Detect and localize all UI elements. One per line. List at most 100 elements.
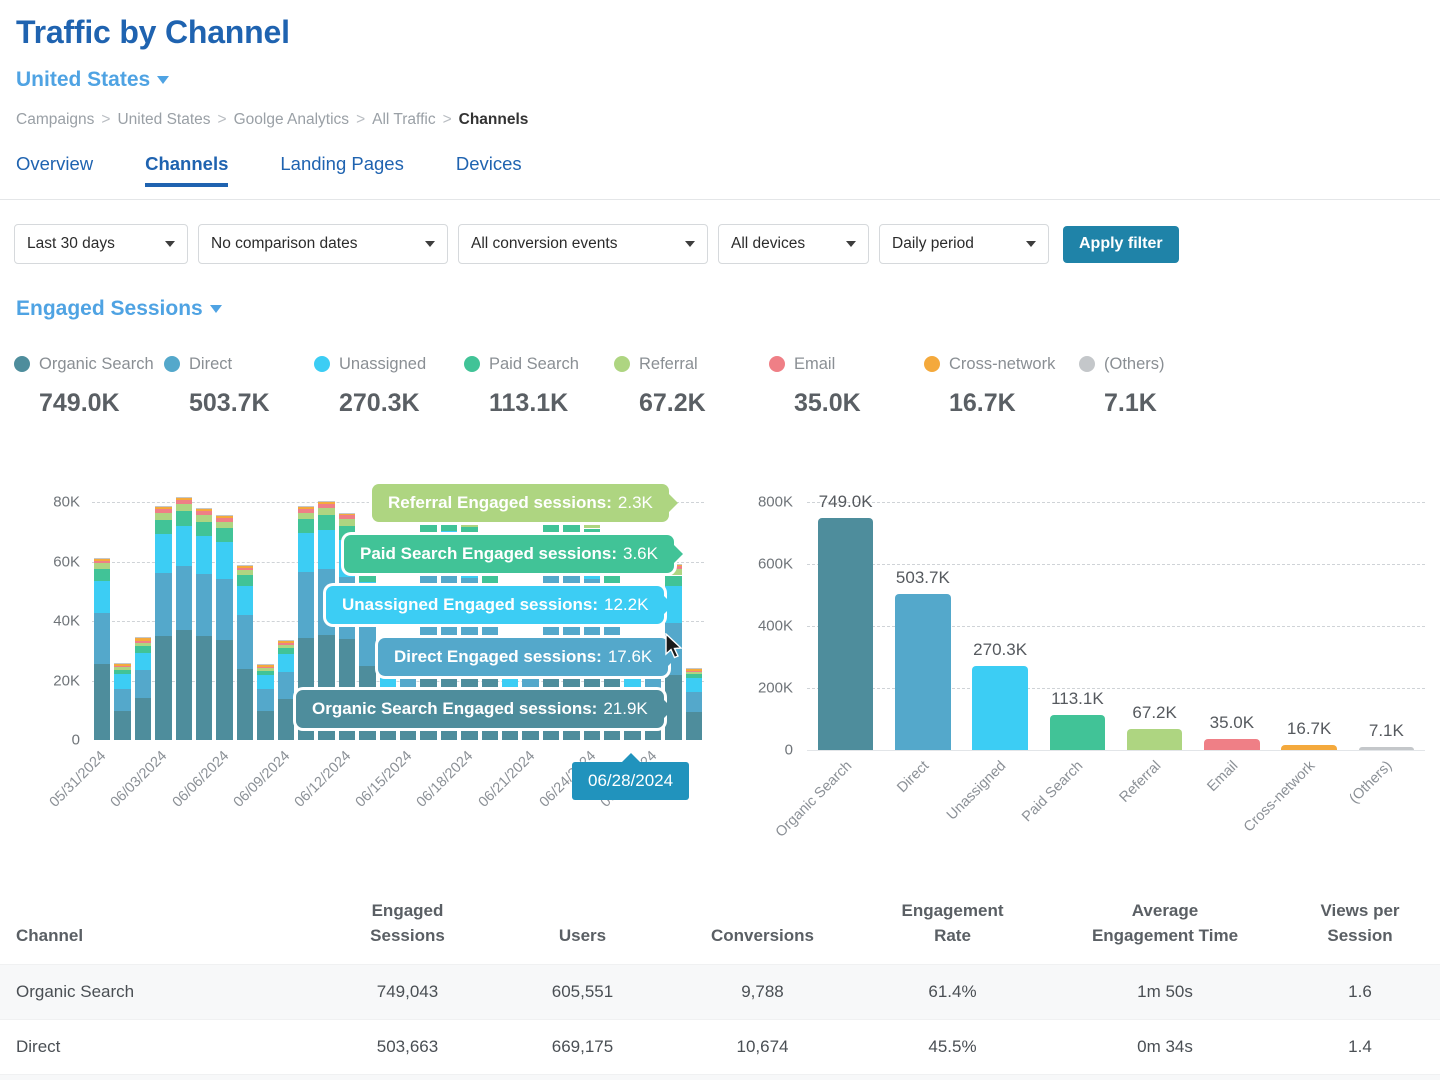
stacked-bar-segment[interactable] (216, 522, 232, 529)
stacked-bar-segment[interactable] (686, 671, 702, 672)
stacked-bar-segment[interactable] (278, 672, 294, 699)
stacked-bar-segment[interactable] (135, 643, 151, 647)
kpi-legend-item[interactable]: Cross-network16.7K (924, 352, 1079, 418)
stacked-bar-segment[interactable] (257, 667, 273, 668)
stacked-bar-segment[interactable] (176, 504, 192, 511)
stacked-bar-segment[interactable] (94, 664, 110, 740)
stacked-bar-segment[interactable] (155, 509, 171, 513)
stacked-bar-segment[interactable] (257, 668, 273, 671)
stacked-bar-segment[interactable] (298, 519, 314, 533)
stacked-bar-segment[interactable] (237, 586, 253, 615)
stacked-bar-segment[interactable] (318, 502, 334, 504)
stacked-bar-segment[interactable] (94, 558, 110, 559)
stacked-bar-segment[interactable] (155, 507, 171, 509)
stacked-bar-segment[interactable] (155, 513, 171, 520)
stacked-bar-segment[interactable] (196, 574, 212, 636)
stacked-bar-segment[interactable] (686, 674, 702, 678)
stacked-bar-segment[interactable] (278, 643, 294, 645)
stacked-bar[interactable] (135, 502, 151, 740)
stacked-bar-segment[interactable] (502, 677, 518, 691)
stacked-bar-segment[interactable] (237, 575, 253, 586)
stacked-bar-segment[interactable] (339, 515, 355, 519)
breadcrumb-item-goolge-analytics[interactable]: Goolge Analytics (234, 111, 349, 129)
stacked-bar[interactable] (196, 502, 212, 740)
apply-filter-button[interactable]: Apply filter (1063, 226, 1179, 263)
stacked-bar-segment[interactable] (298, 509, 314, 513)
stacked-bar[interactable] (94, 502, 110, 740)
stacked-bar[interactable] (257, 502, 273, 740)
period-select[interactable]: Daily period (879, 224, 1049, 264)
kpi-legend-item[interactable]: Unassigned270.3K (314, 352, 464, 418)
kpi-legend-item[interactable]: Direct503.7K (164, 352, 314, 418)
bar[interactable] (895, 594, 951, 750)
stacked-bar-segment[interactable] (114, 663, 130, 665)
stacked-bar-segment[interactable] (604, 574, 620, 586)
engaged-sessions-by-channel-chart[interactable]: 0200K400K600K800K749.0KOrganic Search503… (725, 470, 1435, 870)
stacked-bar-segment[interactable] (135, 638, 151, 641)
stacked-bar-segment[interactable] (216, 515, 232, 516)
stacked-bar-segment[interactable] (237, 566, 253, 568)
stacked-bar-segment[interactable] (339, 519, 355, 526)
column-header-conversions[interactable]: Conversions (670, 893, 855, 965)
stacked-bar-segment[interactable] (196, 508, 212, 509)
comparison-dates-select[interactable]: No comparison dates (198, 224, 448, 264)
devices-select[interactable]: All devices (718, 224, 869, 264)
stacked-bar-segment[interactable] (237, 565, 253, 566)
stacked-bar-segment[interactable] (665, 576, 681, 587)
kpi-legend-item[interactable]: Organic Search749.0K (14, 352, 164, 418)
stacked-bar-segment[interactable] (94, 563, 110, 568)
stacked-bar-segment[interactable] (135, 641, 151, 643)
stacked-bar-segment[interactable] (237, 615, 253, 669)
stacked-bar-segment[interactable] (584, 522, 600, 528)
stacked-bar-segment[interactable] (278, 699, 294, 740)
kpi-legend-item[interactable]: Referral67.2K (614, 352, 769, 418)
stacked-bar-segment[interactable] (216, 518, 232, 522)
table-row[interactable]: Direct503,663669,17510,67445.5%0m 34s1.4 (0, 1020, 1440, 1075)
stacked-bar-segment[interactable] (94, 559, 110, 561)
breadcrumb-item-united-states[interactable]: United States (117, 111, 210, 129)
stacked-bar-segment[interactable] (216, 542, 232, 579)
conversion-events-select[interactable]: All conversion events (458, 224, 708, 264)
stacked-bar-segment[interactable] (176, 511, 192, 526)
stacked-bar-segment[interactable] (135, 670, 151, 698)
bar[interactable] (1204, 739, 1260, 750)
stacked-bar-segment[interactable] (318, 501, 334, 502)
stacked-bar-segment[interactable] (278, 640, 294, 641)
stacked-bar-segment[interactable] (114, 711, 130, 740)
stacked-bar-segment[interactable] (114, 670, 130, 674)
stacked-bar-segment[interactable] (318, 504, 334, 508)
stacked-bar-segment[interactable] (686, 712, 702, 740)
tab-channels[interactable]: Channels (145, 155, 252, 187)
stacked-bar-segment[interactable] (257, 689, 273, 711)
stacked-bar-segment[interactable] (94, 613, 110, 664)
stacked-bar-segment[interactable] (686, 692, 702, 713)
stacked-bar-segment[interactable] (686, 672, 702, 674)
stacked-bar-segment[interactable] (135, 646, 151, 652)
column-header-engagement-rate[interactable]: Engagement Rate (855, 893, 1050, 965)
column-header-views-per-session[interactable]: Views per Session (1280, 893, 1440, 965)
kpi-legend-item[interactable]: Email35.0K (769, 352, 924, 418)
stacked-bar-segment[interactable] (114, 689, 130, 711)
metric-selector[interactable]: Engaged Sessions (16, 297, 222, 321)
stacked-bar-segment[interactable] (257, 664, 273, 666)
stacked-bar-segment[interactable] (216, 579, 232, 640)
bar[interactable] (972, 666, 1028, 750)
stacked-bar-segment[interactable] (176, 498, 192, 500)
stacked-bar-segment[interactable] (114, 674, 130, 689)
bar[interactable] (1359, 747, 1415, 750)
breadcrumb-item-campaigns[interactable]: Campaigns (16, 111, 94, 129)
stacked-bar-segment[interactable] (257, 671, 273, 675)
stacked-bar-segment[interactable] (196, 636, 212, 740)
column-header-channel[interactable]: Channel (0, 893, 320, 965)
stacked-bar-segment[interactable] (482, 573, 498, 585)
stacked-bar-segment[interactable] (176, 526, 192, 566)
stacked-bar-segment[interactable] (298, 533, 314, 571)
tab-landing-pages[interactable]: Landing Pages (280, 155, 427, 187)
stacked-bar-segment[interactable] (339, 514, 355, 516)
stacked-bar-segment[interactable] (686, 678, 702, 691)
stacked-bar[interactable] (278, 502, 294, 740)
stacked-bar-segment[interactable] (114, 666, 130, 667)
stacked-bar-segment[interactable] (176, 630, 192, 740)
bar[interactable] (1281, 745, 1337, 750)
stacked-bar-segment[interactable] (155, 506, 171, 507)
